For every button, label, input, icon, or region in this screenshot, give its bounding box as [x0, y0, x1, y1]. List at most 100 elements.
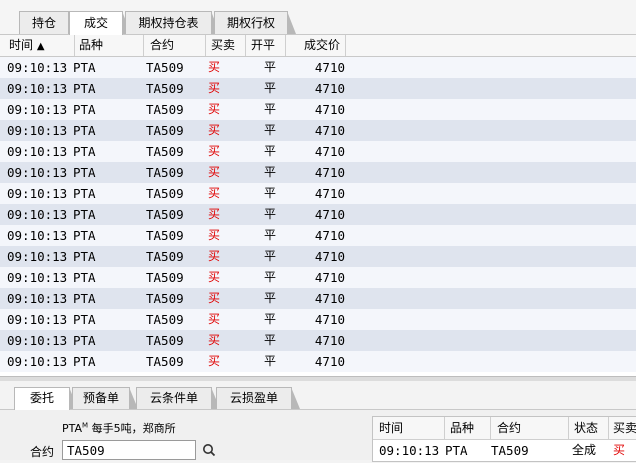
tab-option-positions[interactable]: 期权持仓表 [125, 11, 220, 34]
cell-price: 4710 [314, 102, 345, 117]
table-row[interactable]: 09:10:13 PTA TA509 买 平 4710 [0, 141, 636, 162]
column-header-status[interactable]: 状态 [569, 417, 609, 439]
cell-time: 09:10:13 [7, 354, 68, 369]
table-row[interactable]: 09:10:13 PTA TA509 买 平 4710 [0, 246, 636, 267]
cell-contract: TA509 [146, 354, 184, 369]
column-header-open-close[interactable]: 开平 [246, 35, 286, 56]
table-row[interactable]: 09:10:13 PTA TA509 买 平 4710 [0, 183, 636, 204]
column-time-label: 时间 [379, 421, 404, 435]
cell-price: 4710 [314, 291, 345, 306]
cell-price: 4710 [314, 228, 345, 243]
column-header-time[interactable]: 时间 [373, 417, 445, 439]
contract-label: 合约 [30, 445, 55, 459]
tab-cloud-stop-orders[interactable]: 云损盈单 [216, 387, 300, 409]
column-header-side[interactable]: 买卖 [206, 35, 246, 56]
cell-time: 09:10:13 [7, 291, 68, 306]
cell-contract: TA509 [146, 123, 184, 138]
column-header-side[interactable]: 买卖 [609, 417, 636, 439]
column-header-product[interactable]: 品种 [445, 417, 491, 439]
cell-open-close: 平 [264, 123, 277, 137]
cell-side: 买 [613, 443, 626, 457]
cell-open-close: 平 [264, 144, 277, 158]
table-row[interactable]: 09:10:13 PTA TA509 买 平 4710 [0, 288, 636, 309]
cell-contract: TA509 [146, 291, 184, 306]
table-row[interactable]: 09:10:13 PTA TA509 买 平 4710 [0, 57, 636, 78]
cell-open-close: 平 [264, 207, 277, 221]
cell-side: 买 [208, 144, 221, 158]
cell-time: 09:10:13 [7, 312, 68, 327]
cell-time: 09:10:13 [7, 81, 68, 96]
cell-product: PTA [73, 60, 96, 75]
cell-open-close: 平 [264, 228, 277, 242]
tab-orders[interactable]: 委托 [14, 387, 78, 410]
tab-positions[interactable]: 持仓 [19, 11, 77, 34]
cell-time: 09:10:13 [7, 333, 68, 348]
table-row[interactable]: 09:10:13 PTA TA509 买 平 4710 [0, 78, 636, 99]
cell-side: 买 [208, 81, 221, 95]
trades-table: 时间 ▲ 品种 合约 买卖 开平 成交价 09:10:13 PTA TA509 买平 4… [0, 35, 636, 376]
table-row[interactable]: 09:10:13 PTA TA509 买 平 4710 [0, 330, 636, 351]
column-header-price[interactable]: 成交价 [286, 35, 346, 56]
order-status-table-header: 时间 品种 合约 状态 买卖 [373, 417, 636, 440]
tab-label: 预备单 [82, 391, 119, 405]
cell-product: PTA [73, 354, 96, 369]
cell-contract: TA509 [146, 270, 184, 285]
table-row[interactable]: 09:10:13 PTA TA509 买 平 4710 [0, 204, 636, 225]
cell-side: 买 [208, 207, 221, 221]
table-row[interactable]: 09:10:13 PTA TA509 买 平 4710 [0, 309, 636, 330]
tab-label: 云损盈单 [229, 391, 278, 405]
table-row[interactable]: 09:10:13 PTA TA509 买 平 4710 [0, 267, 636, 288]
column-contract-label: 合约 [497, 421, 522, 435]
cell-product: PTA [73, 144, 96, 159]
table-row[interactable]: 09:10:13 PTA TA509 买 平 4710 [0, 225, 636, 246]
column-product-label: 品种 [79, 38, 104, 52]
column-time-label: 时间 [9, 38, 34, 52]
tab-label: 期权持仓表 [138, 16, 199, 30]
cell-open-close: 平 [264, 270, 277, 284]
cell-product: PTA [73, 186, 96, 201]
sort-ascending-icon: ▲ [36, 41, 45, 52]
search-icon [203, 444, 216, 457]
cell-open-close: 平 [264, 102, 277, 116]
column-side-label: 买卖 [211, 38, 236, 52]
cell-time: 09:10:13 [7, 123, 68, 138]
cell-open-close: 平 [264, 60, 277, 74]
cell-price: 4710 [314, 144, 345, 159]
column-header-time[interactable]: 时间 ▲ [0, 35, 75, 56]
cell-side: 买 [208, 333, 221, 347]
column-header-contract[interactable]: 合约 [144, 35, 206, 56]
column-header-product[interactable]: 品种 [75, 35, 144, 56]
cell-product: PTA [73, 165, 96, 180]
cell-product: PTA [73, 123, 96, 138]
cell-product: PTA [73, 81, 96, 96]
tab-label: 期权行权 [226, 16, 275, 30]
product-spec: 每手5吨，郑商所 [88, 422, 176, 435]
table-row[interactable]: 09:10:13 PTA TA509 买 平 4710 [0, 162, 636, 183]
cell-time: 09:10:13 [7, 270, 68, 285]
cell-price: 4710 [314, 270, 345, 285]
tab-trades[interactable]: 成交 [69, 11, 131, 35]
column-header-contract[interactable]: 合约 [491, 417, 569, 439]
cell-status: 全成 [572, 443, 597, 457]
table-row[interactable]: 09:10:13 PTA TA509 买 平 4710 [0, 99, 636, 120]
trades-table-header: 时间 ▲ 品种 合约 买卖 开平 成交价 [0, 35, 636, 57]
table-row[interactable]: 09:10:13 PTA TA509 买 平 4710 [0, 351, 636, 372]
column-open-close-label: 开平 [251, 38, 276, 52]
cell-time: 09:10:13 [7, 165, 68, 180]
tab-option-exercise[interactable]: 期权行权 [214, 11, 296, 34]
tab-cloud-conditional-orders[interactable]: 云条件单 [136, 387, 220, 409]
cell-side: 买 [208, 60, 221, 74]
cell-product: PTA [445, 443, 468, 458]
cell-side: 买 [208, 291, 221, 305]
cell-side: 买 [208, 249, 221, 263]
tab-prepared-orders[interactable]: 预备单 [72, 387, 138, 409]
cell-side: 买 [208, 270, 221, 284]
cell-price: 4710 [314, 60, 345, 75]
contract-search-button[interactable] [198, 440, 220, 460]
cell-time: 09:10:13 [7, 186, 68, 201]
table-row[interactable]: 09:10:13 PTA TA509 买 平 4710 [0, 120, 636, 141]
contract-input[interactable]: TA509 [62, 440, 196, 460]
tab-label: 成交 [83, 16, 108, 30]
order-status-row[interactable]: 09:10:13 PTA TA509 全成 买 [373, 440, 636, 461]
cell-open-close: 平 [264, 249, 277, 263]
